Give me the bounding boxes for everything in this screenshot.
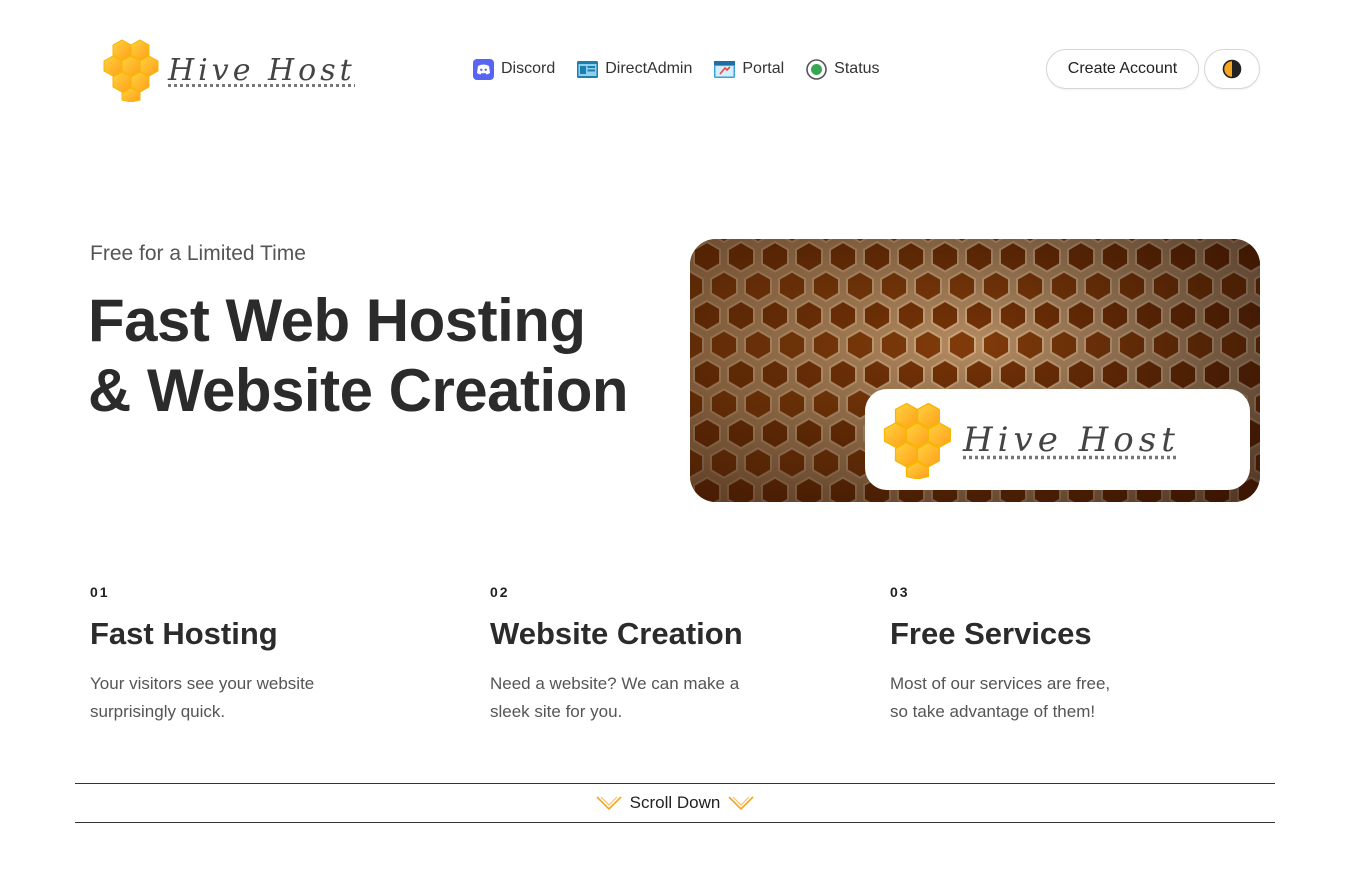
chevron-down-icon: [596, 796, 622, 811]
hero-eyebrow: Free for a Limited Time: [90, 242, 306, 265]
hero-honeycomb-image: Hive Host: [690, 239, 1260, 502]
logo-text: Hive Host: [168, 52, 356, 88]
portal-icon: [714, 60, 736, 78]
feature-title: Free Services: [890, 616, 1092, 651]
feature-title: Website Creation: [490, 616, 743, 651]
feature-desc-line: surprisingly quick.: [90, 702, 226, 721]
nav-label: Status: [834, 60, 880, 77]
create-account-button[interactable]: Create Account: [1046, 49, 1199, 89]
nav-item-status[interactable]: Status: [806, 58, 880, 80]
feature-title: Fast Hosting: [90, 616, 278, 651]
site-logo[interactable]: Hive Host: [98, 38, 380, 102]
feature-desc-line: so take advantage of them!: [890, 702, 1096, 721]
feature-desc-line: Need a website? We can make a: [490, 674, 740, 693]
site-header: Hive Host Discord DirectAdmin Portal Sta…: [0, 0, 1349, 140]
feature-number: 01: [90, 584, 110, 600]
nav-item-discord[interactable]: Discord: [473, 58, 556, 80]
chevron-down-icon: [728, 796, 754, 811]
feature-desc-line: sleek site for you.: [490, 702, 623, 721]
discord-icon: [473, 58, 494, 80]
main-nav: Discord DirectAdmin Portal Status: [473, 57, 880, 81]
feature-description: Need a website? We can make a sleek site…: [490, 670, 780, 726]
feature-number: 02: [490, 584, 510, 600]
scroll-down-button[interactable]: Scroll Down: [75, 783, 1275, 823]
hero-title: Fast Web Hosting & Website Creation: [88, 286, 668, 426]
nav-label: DirectAdmin: [605, 60, 693, 77]
honeycomb-logo-icon: [103, 39, 159, 102]
feature-number: 03: [890, 584, 910, 600]
feature-fast-hosting: 01 Fast Hosting Your visitors see your w…: [90, 584, 410, 726]
hero-logo-badge: Hive Host: [865, 389, 1250, 490]
badge-logo-text: Hive Host: [963, 419, 1180, 460]
theme-toggle-button[interactable]: [1204, 49, 1260, 89]
feature-desc-line: Most of our services are free,: [890, 674, 1111, 693]
feature-description: Most of our services are free, so take a…: [890, 670, 1180, 726]
feature-free-services: 03 Free Services Most of our services ar…: [890, 584, 1210, 726]
honeycomb-logo-icon: [883, 402, 951, 479]
nav-item-portal[interactable]: Portal: [714, 59, 784, 80]
scroll-down-label: Scroll Down: [629, 793, 721, 812]
half-moon-icon: [1222, 59, 1242, 79]
nav-label: Discord: [501, 60, 556, 77]
nav-label: Portal: [742, 60, 785, 77]
hero-title-line1: Fast Web Hosting: [88, 287, 586, 354]
hero-title-line2: & Website Creation: [88, 357, 629, 424]
feature-desc-line: Your visitors see your website: [90, 674, 315, 693]
directadmin-icon: [577, 60, 599, 78]
status-icon: [806, 58, 827, 80]
feature-description: Your visitors see your website surprisin…: [90, 670, 380, 726]
feature-website-creation: 02 Website Creation Need a website? We c…: [490, 584, 810, 726]
nav-item-directadmin[interactable]: DirectAdmin: [577, 59, 692, 80]
